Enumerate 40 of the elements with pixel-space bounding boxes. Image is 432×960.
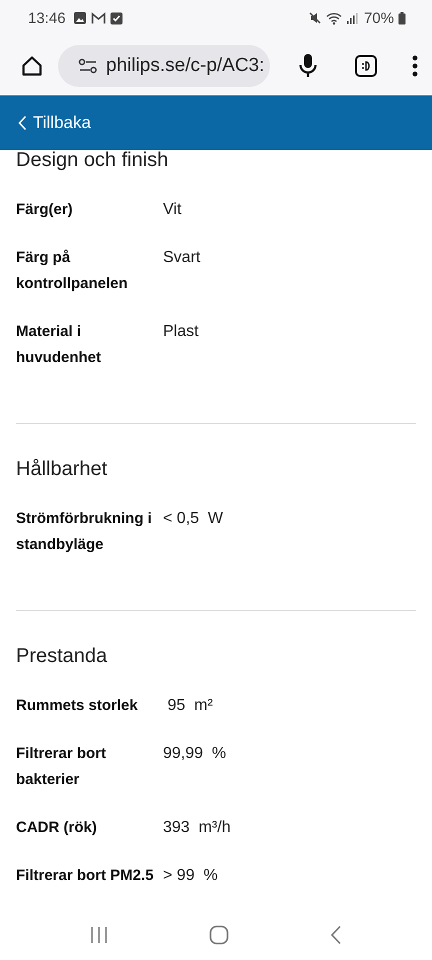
site-settings-icon xyxy=(78,58,98,74)
spec-value: Plast xyxy=(163,322,199,342)
mail-notification-icon xyxy=(90,12,106,24)
spec-label: Material i huvudenhet xyxy=(16,322,102,368)
spec-label: Färg på kontrollpanelen xyxy=(16,248,129,294)
section-heading: Design och finish xyxy=(16,150,170,173)
spec-label: Strömförbrukning i standbyläge xyxy=(16,509,153,555)
battery-icon xyxy=(398,12,406,24)
check-notification-icon xyxy=(110,12,123,24)
spec-label: Färg(er) xyxy=(16,200,74,220)
image-notification-icon xyxy=(72,11,87,25)
spec-label: Filtrerar bort PM2.5 xyxy=(16,866,155,886)
chevron-left-icon xyxy=(18,115,27,131)
spec-value: Vit xyxy=(163,200,182,220)
mute-icon xyxy=(308,11,322,25)
signal-icon xyxy=(346,12,358,24)
more-options-icon xyxy=(412,54,418,76)
recent-apps-icon xyxy=(90,926,108,944)
section-heading: Prestanda xyxy=(16,644,108,669)
section-heading: Hållbarhet xyxy=(16,457,108,482)
spec-value: 95 m² xyxy=(166,696,213,716)
home-icon xyxy=(20,54,44,78)
battery-percentage: 70% xyxy=(364,10,394,26)
smiley-tab-icon xyxy=(354,54,378,78)
spec-value: < 0,5 W xyxy=(163,509,224,529)
address-field[interactable]: philips.se/c-p/AC3: xyxy=(58,44,270,86)
microphone-icon xyxy=(298,52,318,78)
spec-value: 99,99 % xyxy=(163,744,226,764)
spec-label: CADR (rök) xyxy=(16,818,98,838)
status-time: 13:46 xyxy=(28,10,66,26)
spec-value: 393 m³/h xyxy=(163,818,231,838)
wifi-icon xyxy=(326,12,342,24)
chevron-left-icon xyxy=(330,925,342,945)
spec-value: Svart xyxy=(163,248,200,268)
spec-label: Filtrerar bort bakterier xyxy=(16,744,108,790)
back-link[interactable]: Tillbaka xyxy=(14,109,95,137)
url-text: philips.se/c-p/AC3: xyxy=(106,54,264,76)
rounded-square-icon xyxy=(208,925,229,945)
spec-value: > 99 % xyxy=(163,866,218,886)
spec-label: Rummets storlek xyxy=(16,696,139,716)
